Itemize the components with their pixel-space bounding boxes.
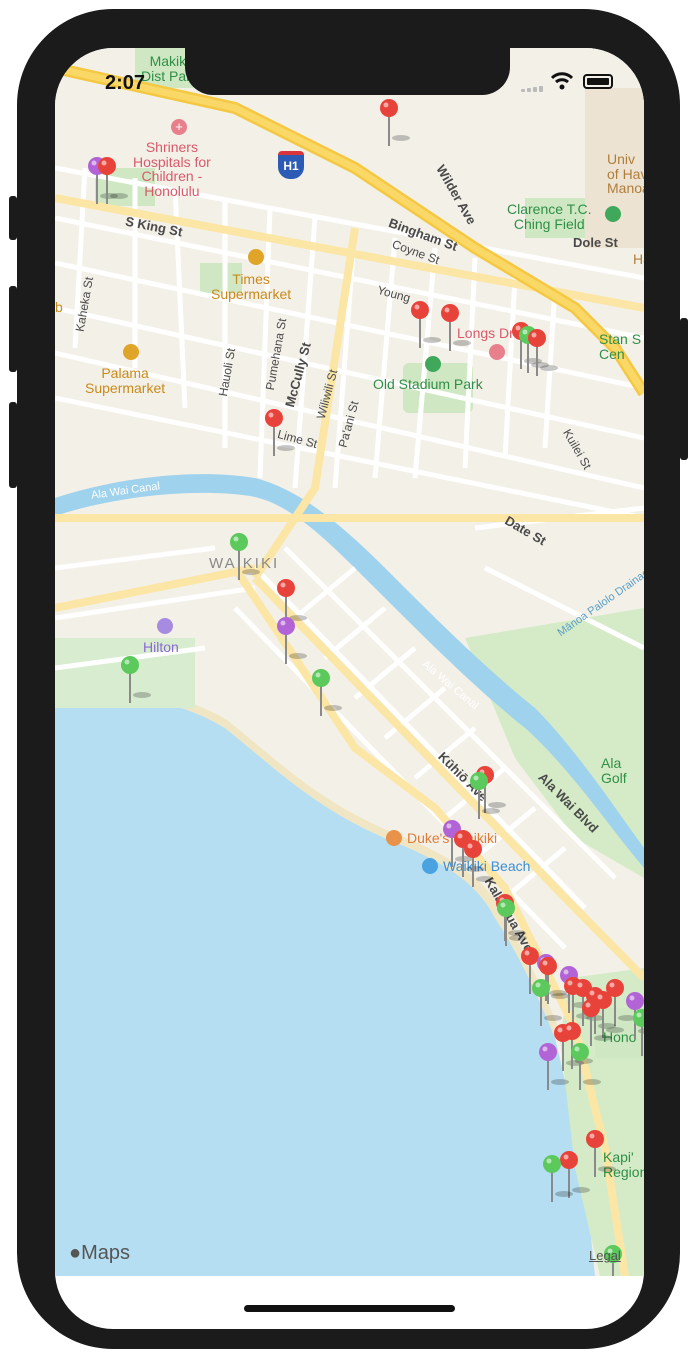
map-pin-red[interactable] xyxy=(464,840,494,887)
volume-down-button xyxy=(9,402,17,488)
home-indicator[interactable] xyxy=(244,1305,455,1312)
apple-logo-icon: ● xyxy=(69,1242,82,1264)
map-pin-red[interactable] xyxy=(586,1130,616,1177)
map-pin-red[interactable] xyxy=(594,991,624,1038)
maps-logo-text: Maps xyxy=(81,1242,130,1264)
notch xyxy=(185,48,510,95)
map-pin-purple[interactable] xyxy=(277,617,307,664)
map-pin-red[interactable] xyxy=(380,99,410,146)
map-pin-red[interactable] xyxy=(265,409,295,456)
map-pin-red[interactable] xyxy=(560,1151,590,1198)
map-pin-red[interactable] xyxy=(441,304,471,351)
map-pin-red[interactable] xyxy=(411,301,441,348)
map-pin-green[interactable] xyxy=(121,656,151,703)
map-pin-green[interactable] xyxy=(497,899,527,946)
map-pin-purple[interactable] xyxy=(539,1043,569,1090)
signal-icon xyxy=(521,84,547,92)
map-pin-red[interactable] xyxy=(528,329,558,376)
wifi-icon xyxy=(551,72,573,90)
map-pin-green[interactable] xyxy=(312,669,342,716)
map-pin-green[interactable] xyxy=(571,1043,601,1090)
pins-layer xyxy=(88,99,644,1276)
apple-maps-logo: ●Maps xyxy=(69,1242,130,1265)
battery-icon xyxy=(583,74,613,89)
status-time: 2:07 xyxy=(105,72,146,94)
map-view[interactable]: H1 S King St Bingham St Wilder Ave Coyne… xyxy=(55,48,644,1276)
screen: H1 S King St Bingham St Wilder Ave Coyne… xyxy=(55,48,644,1329)
legal-link[interactable]: Legal xyxy=(589,1248,621,1263)
volume-up-button xyxy=(9,286,17,372)
mute-switch xyxy=(9,196,17,240)
map-pin-green[interactable] xyxy=(230,533,260,580)
power-button xyxy=(680,318,688,460)
